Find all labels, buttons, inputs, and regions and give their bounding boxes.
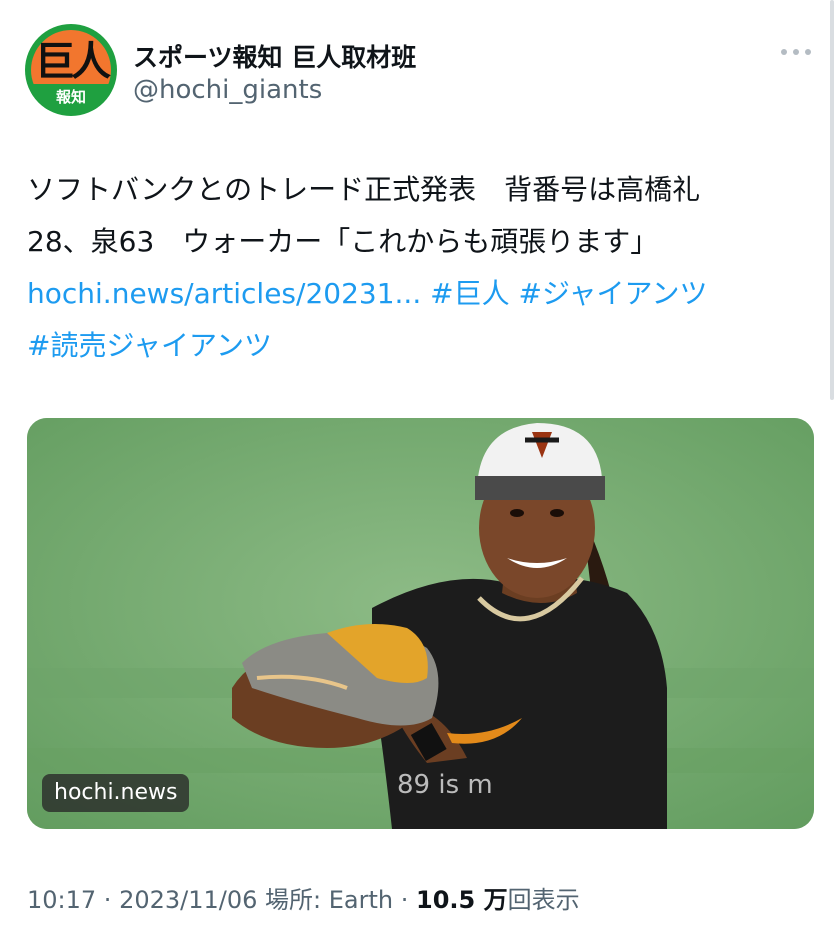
tweet-detail: 巨人 報知 スポーツ報知 巨人取材班 @hochi_giants ソフトバンクと… (0, 0, 840, 929)
hashtag-link[interactable]: #巨人 (430, 277, 509, 310)
meta-separator: · (96, 886, 120, 914)
source-badge: hochi.news (42, 774, 190, 812)
link-card-image[interactable]: 89 is m hochi.news (27, 418, 814, 829)
article-link[interactable]: hochi.news/articles/20231... (27, 277, 421, 310)
user-handle[interactable]: @hochi_giants (133, 75, 322, 105)
avatar-logo-subtext: 報知 (55, 88, 86, 106)
meta-separator: · (393, 886, 416, 914)
more-dot (805, 49, 811, 55)
tweet-links-line: #読売ジャイアンツ (27, 320, 817, 372)
more-dot (793, 49, 799, 55)
views-label: 回表示 (507, 886, 580, 914)
more-dot (781, 49, 787, 55)
tweet-meta: 10:17 · 2023/11/06 場所: Earth · 10.5 万回表示 (27, 880, 580, 915)
views-count: 10.5 万 (416, 886, 508, 914)
display-name[interactable]: スポーツ報知 巨人取材班 (133, 38, 416, 74)
player-photo: 89 is m (27, 418, 814, 829)
more-options-icon[interactable] (778, 40, 814, 64)
hashtag-link[interactable]: #ジャイアンツ (519, 277, 708, 310)
tweet-time[interactable]: 10:17 (27, 886, 96, 914)
hashtag-link[interactable]: #読売ジャイアンツ (27, 329, 272, 362)
tweet-text-line: 28、泉63 ウォーカー「これからも頑張ります」 (27, 225, 659, 258)
avatar-logo-text: 巨人 (35, 39, 111, 85)
tweet-date[interactable]: 2023/11/06 (119, 886, 257, 914)
scrollbar[interactable] (830, 0, 834, 400)
avatar-logo: 巨人 報知 (31, 30, 111, 110)
tweet-links-line: hochi.news/articles/20231... #巨人 #ジャイアンツ (27, 268, 817, 320)
avatar[interactable]: 巨人 報知 (25, 24, 117, 116)
tweet-text: ソフトバンクとのトレード正式発表 背番号は高橋礼 28、泉63 ウォーカー「これ… (27, 164, 817, 372)
shirt-text: 89 is m (397, 770, 493, 800)
tweet-location: 場所: Earth (265, 886, 394, 914)
tweet-text-line: ソフトバンクとのトレード正式発表 背番号は高橋礼 (27, 173, 701, 206)
